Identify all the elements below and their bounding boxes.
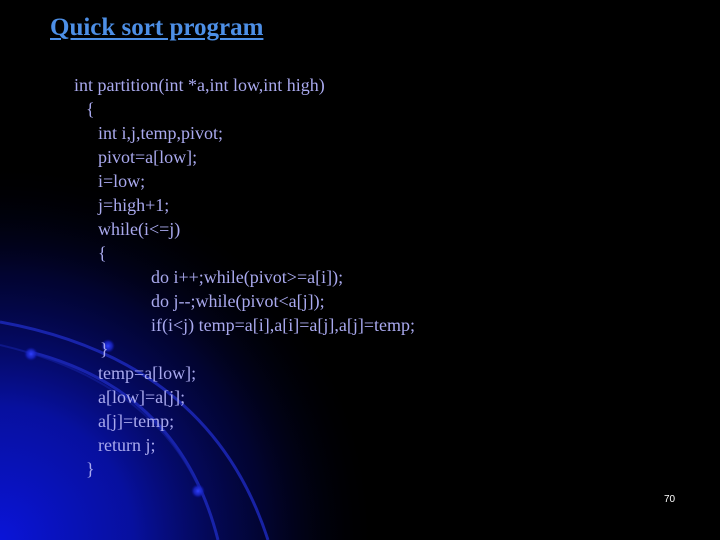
code-line: a[j]=temp; — [98, 411, 175, 431]
code-line: if(i<j) temp=a[i],a[i]=a[j],a[j]=temp; — [151, 315, 415, 335]
code-line: temp=a[low]; — [98, 363, 197, 383]
code-line: do i++;while(pivot>=a[i]); — [151, 267, 344, 287]
code-line: { — [86, 99, 95, 119]
code-line: } — [100, 339, 109, 359]
slide: Quick sort program int partition(int *a,… — [0, 0, 720, 540]
glow-dot-bottom — [191, 484, 205, 498]
glow-dot-left — [24, 347, 38, 361]
code-line: pivot=a[low]; — [98, 147, 198, 167]
code-line: int i,j,temp,pivot; — [98, 123, 223, 143]
code-line: while(i<=j) — [98, 219, 181, 239]
code-line: int partition(int *a,int low,int high) — [74, 75, 325, 95]
code-line: a[low]=a[j]; — [98, 387, 186, 407]
code-line: do j--;while(pivot<a[j]); — [151, 291, 325, 311]
slide-title: Quick sort program — [50, 14, 264, 41]
code-line: { — [98, 243, 107, 263]
code-line: return j; — [98, 435, 156, 455]
code-line: } — [86, 459, 95, 479]
code-line: i=low; — [98, 171, 146, 191]
code-line: j=high+1; — [98, 195, 170, 215]
page-number: 70 — [664, 494, 676, 505]
